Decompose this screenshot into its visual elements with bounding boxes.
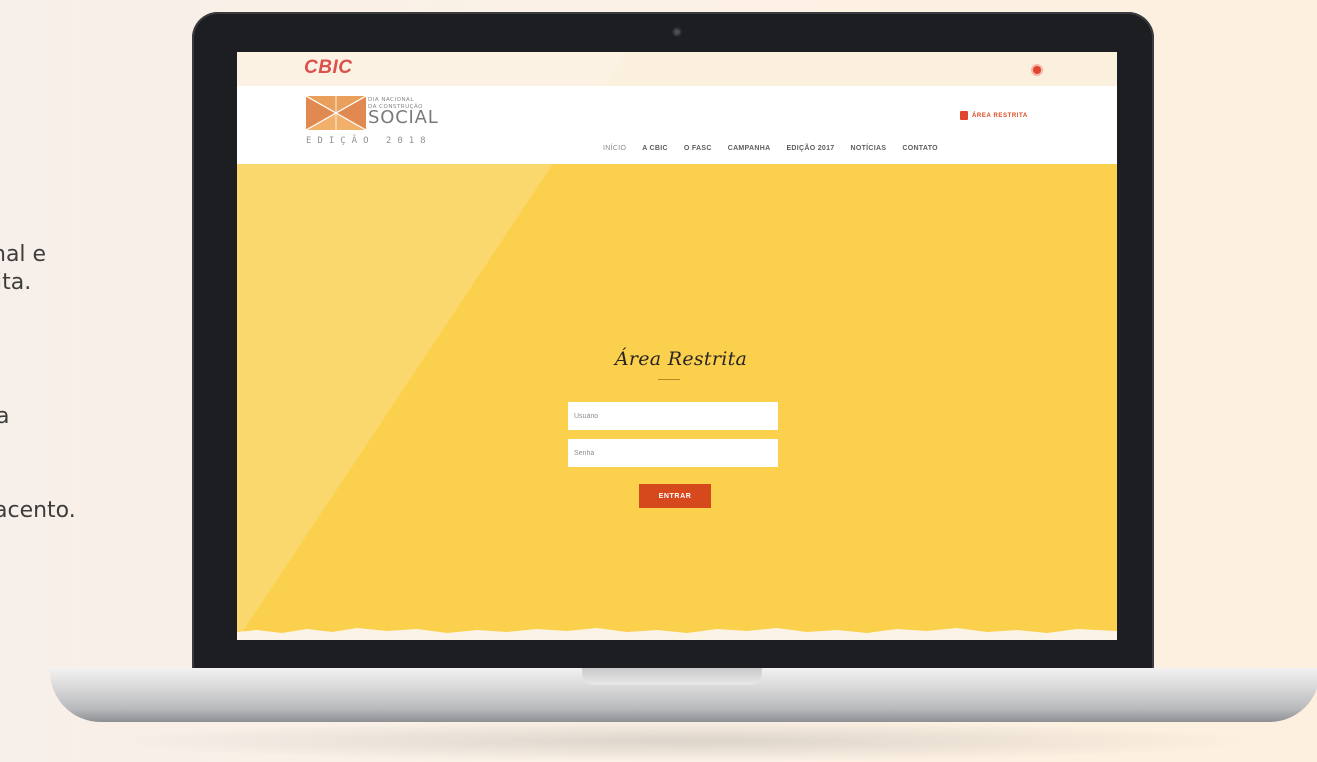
lock-icon (960, 111, 968, 120)
nav-item-noticias[interactable]: NOTÍCIAS (842, 145, 894, 152)
login-title: Área Restrita (614, 348, 748, 370)
logo-title: SOCIAL (368, 107, 439, 128)
camera-icon (672, 27, 682, 37)
restricted-area-link[interactable]: ÁREA RESTRITA (972, 113, 1028, 119)
logo-mark-icon (306, 96, 366, 130)
main-nav: INÍCIO A CBIC O FASC CAMPANHA EDIÇÃO 201… (595, 145, 946, 152)
nav-item-contato[interactable]: CONTATO (894, 145, 946, 152)
site-logo[interactable]: DIA NACIONAL DA CONSTRUÇÃO SOCIAL EDIÇÃO… (306, 96, 456, 156)
social-icon[interactable] (1031, 64, 1043, 76)
nav-item-campanha[interactable]: CAMPANHA (720, 145, 779, 152)
login-button[interactable]: ENTRAR (639, 484, 711, 508)
site-header: DIA NACIONAL DA CONSTRUÇÃO SOCIAL EDIÇÃO… (237, 86, 1117, 164)
logo-subtitle: DIA NACIONAL (368, 97, 414, 103)
laptop-shadow (100, 720, 1270, 762)
side-text-line: acento. (0, 498, 76, 523)
password-input[interactable] (568, 439, 778, 467)
username-input[interactable] (568, 402, 778, 430)
cbic-logo[interactable]: CBIC (304, 57, 352, 79)
website-screen: CBIC DIA NACIONAL DA CONSTRUÇÃO SOCIAL E… (237, 52, 1117, 640)
nav-item-o-fasc[interactable]: O FASC (676, 145, 720, 152)
title-divider (658, 379, 680, 380)
nav-item-inicio[interactable]: INÍCIO (595, 145, 634, 152)
laptop-notch (582, 668, 762, 685)
side-text-line: nal e (0, 242, 47, 267)
logo-edition: EDIÇÃO 2018 (306, 136, 432, 146)
side-text-line: a (0, 404, 10, 429)
nav-item-a-cbic[interactable]: A CBIC (634, 145, 676, 152)
nav-item-edicao-2017[interactable]: EDIÇÃO 2017 (778, 145, 842, 152)
top-bar: CBIC (237, 52, 1117, 86)
side-text-line: ita. (0, 270, 32, 295)
torn-paper-edge (237, 628, 1117, 640)
